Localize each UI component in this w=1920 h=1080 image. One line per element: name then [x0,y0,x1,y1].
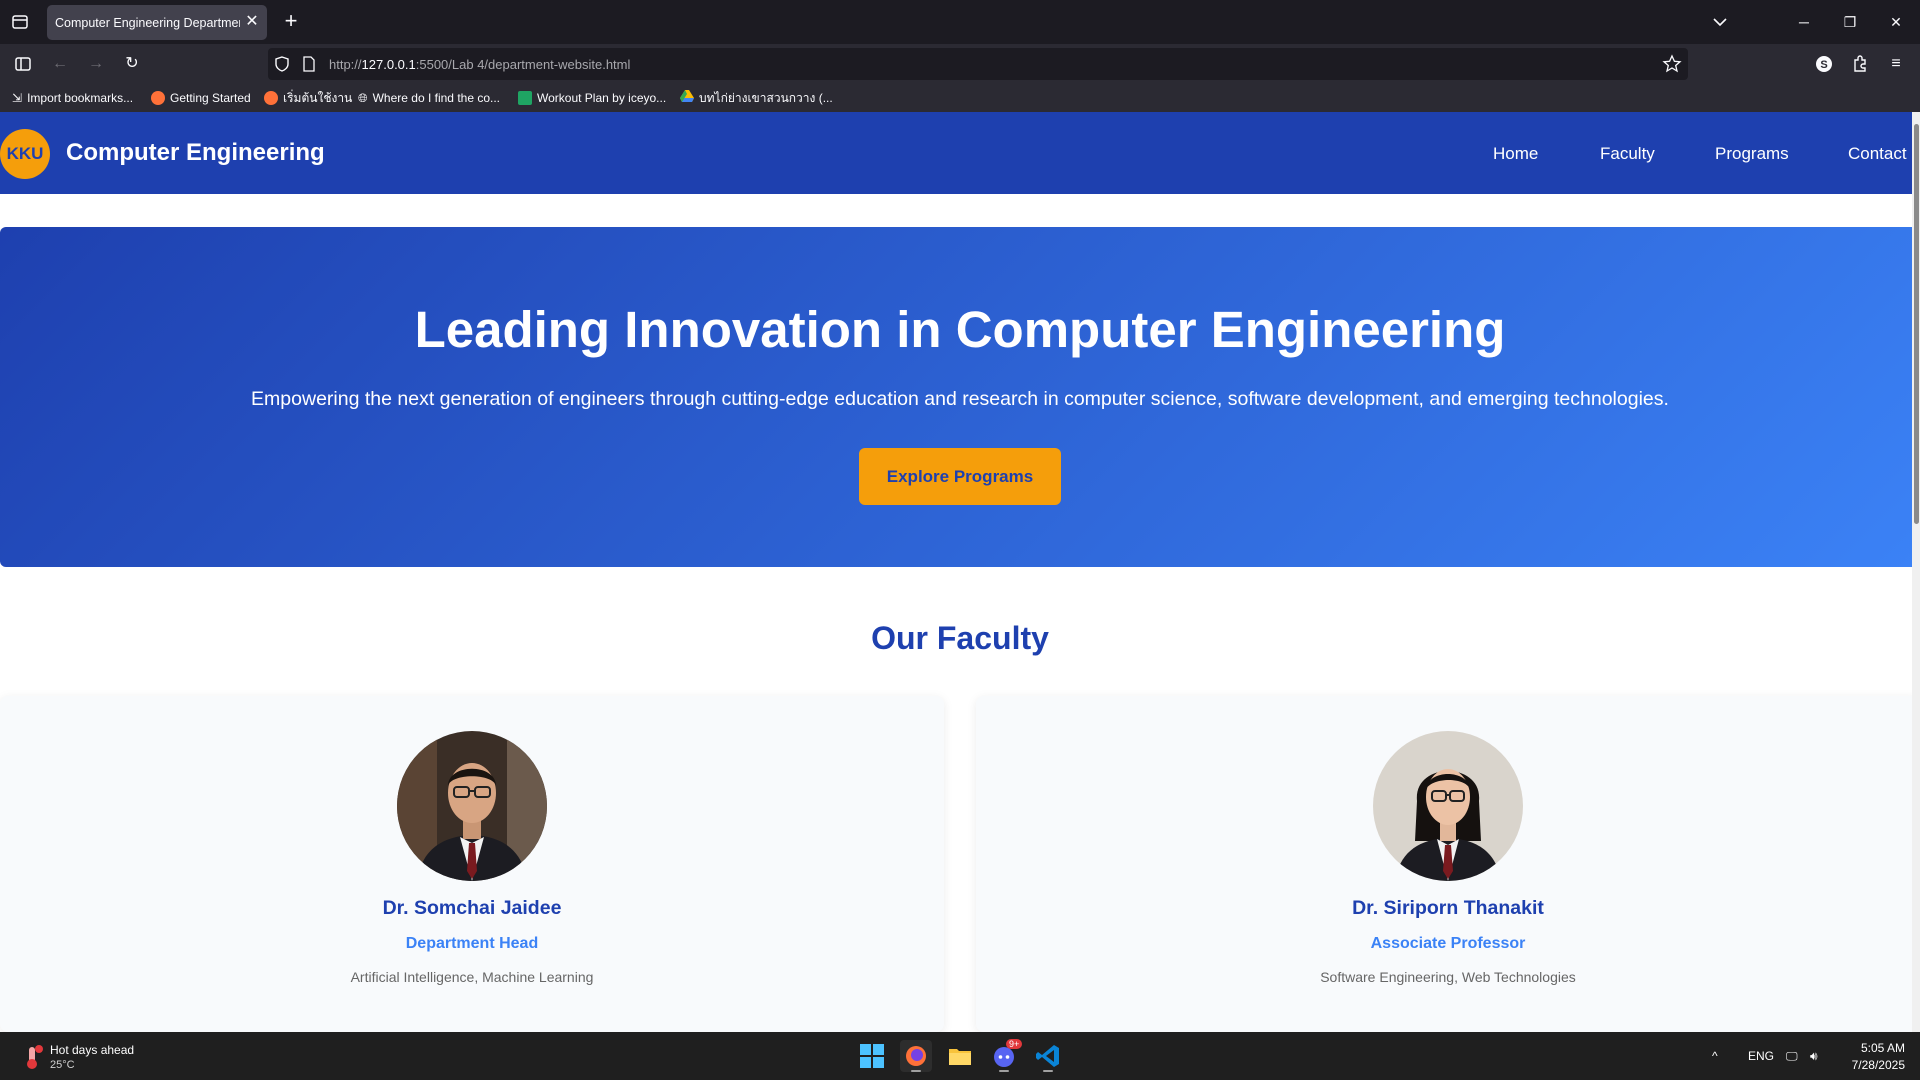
faculty-card: Dr. Siriporn Thanakit Associate Professo… [976,696,1920,1032]
discord-icon[interactable]: 9+ [988,1039,1023,1072]
faculty-photo [1373,731,1523,881]
tab-close-icon[interactable]: ✕ [243,13,261,31]
nav-link-faculty[interactable]: Faculty [1600,144,1655,164]
bookmark-getting-started[interactable]: Getting Started [151,90,251,106]
reload-icon[interactable]: ↻ [120,52,144,76]
close-window-icon[interactable]: ✕ [1884,10,1908,34]
clock-time[interactable]: 5:05 AM [1861,1041,1905,1055]
windows-start-icon[interactable] [856,1040,888,1072]
web-page: KKU Computer Engineering Home Faculty Pr… [0,112,1920,1032]
url-text[interactable]: http://127.0.0.1:5500/Lab 4/department-w… [329,57,630,72]
hero-subtitle: Empowering the next generation of engine… [251,388,1669,410]
hero-title: Leading Innovation in Computer Engineeri… [414,301,1506,358]
new-tab-icon[interactable]: + [279,10,303,34]
nav-link-programs[interactable]: Programs [1715,144,1789,164]
svg-text:S: S [1820,59,1827,71]
restore-icon[interactable]: ❐ [1838,10,1862,34]
file-explorer-icon[interactable] [944,1040,976,1072]
weather-temp: 25°C [50,1059,75,1071]
hero-section: Leading Innovation in Computer Engineeri… [0,227,1920,567]
weather-title[interactable]: Hot days ahead [50,1043,134,1057]
vscode-icon[interactable] [1032,1040,1064,1072]
faculty-card: Dr. Somchai Jaidee Department Head Artif… [0,696,944,1032]
shield-icon[interactable] [273,55,291,78]
faculty-specialty: Artificial Intelligence, Machine Learnin… [350,969,594,985]
thermometer-icon[interactable] [20,1044,44,1069]
firefox-taskbar-icon[interactable] [900,1040,932,1072]
app-menu-icon[interactable]: ≡ [1884,52,1908,76]
bookmarks-bar: ⇲ Import bookmarks... Getting Started เริ… [0,84,1920,112]
minimize-icon[interactable]: ─ [1792,10,1816,34]
site-title: Computer Engineering [66,139,325,166]
faculty-role: Associate Professor [1370,935,1526,952]
kku-logo[interactable]: KKU [0,129,50,179]
back-icon[interactable]: ← [48,52,72,76]
faculty-name: Dr. Siriporn Thanakit [1352,897,1544,919]
faculty-name: Dr. Somchai Jaidee [382,897,562,919]
nav-link-home[interactable]: Home [1493,144,1538,164]
bookmark-star-icon[interactable] [1662,54,1682,79]
sheets-icon [518,91,532,105]
tab-list-icon[interactable] [8,10,32,34]
scrollbar-thumb[interactable] [1914,124,1919,524]
network-icon[interactable]: 🖵︎ [1786,1049,1798,1064]
browser-toolbar: ← → ↻ http://127.0.0.1:5500/Lab 4/depart… [0,44,1920,84]
sidebar-toggle-icon[interactable] [11,52,35,76]
language-indicator[interactable]: ENG [1748,1049,1774,1063]
url-bar[interactable]: http://127.0.0.1:5500/Lab 4/department-w… [268,48,1688,80]
bookmark-workout-plan[interactable]: Workout Plan by iceyo... [518,90,666,106]
page-scrollbar[interactable] [1912,112,1920,1032]
discord-badge: 9+ [1006,1039,1023,1049]
browser-tab-bar: Computer Engineering Department ✕ + ─ ❐ … [0,0,1920,44]
account-icon[interactable]: S [1812,52,1836,76]
drive-icon [680,90,694,106]
explore-programs-button[interactable]: Explore Programs [859,448,1061,505]
faculty-heading: Our Faculty [871,620,1049,656]
faculty-photo [397,731,547,881]
forward-icon[interactable]: → [84,52,108,76]
list-all-tabs-icon[interactable] [1708,10,1732,34]
browser-tab-active[interactable]: Computer Engineering Department ✕ [47,5,267,40]
faculty-specialty: Software Engineering, Web Technologies [1320,969,1576,985]
firefox-icon [264,91,278,105]
clock-date[interactable]: 7/28/2025 [1852,1058,1905,1072]
bookmark-drive-doc[interactable]: บทไก่ย่างเขาสวนกวาง (... [680,90,833,106]
extensions-icon[interactable] [1848,52,1872,76]
tab-title: Computer Engineering Department [55,16,240,30]
show-hidden-icons[interactable]: ^ [1712,1049,1718,1063]
page-icon [302,56,316,77]
globe-icon: 🌐︎ [358,90,368,105]
bookmark-where-do-i-find[interactable]: 🌐︎ Where do I find the co... [358,90,500,106]
import-icon: ⇲ [12,91,23,105]
bookmark-getting-started-thai[interactable]: เริ่มต้นใช้งาน [264,90,352,106]
bookmark-import[interactable]: ⇲ Import bookmarks... [12,90,133,106]
taskbar: Hot days ahead 25°C 9+ ^ ENG 🖵︎ 🔊︎ 5:05 … [0,1032,1920,1080]
firefox-icon [151,91,165,105]
volume-icon[interactable]: 🔊︎ [1810,1049,1818,1064]
site-header: KKU Computer Engineering Home Faculty Pr… [0,112,1912,194]
faculty-role: Department Head [405,935,539,952]
nav-link-contact[interactable]: Contact [1848,144,1907,164]
